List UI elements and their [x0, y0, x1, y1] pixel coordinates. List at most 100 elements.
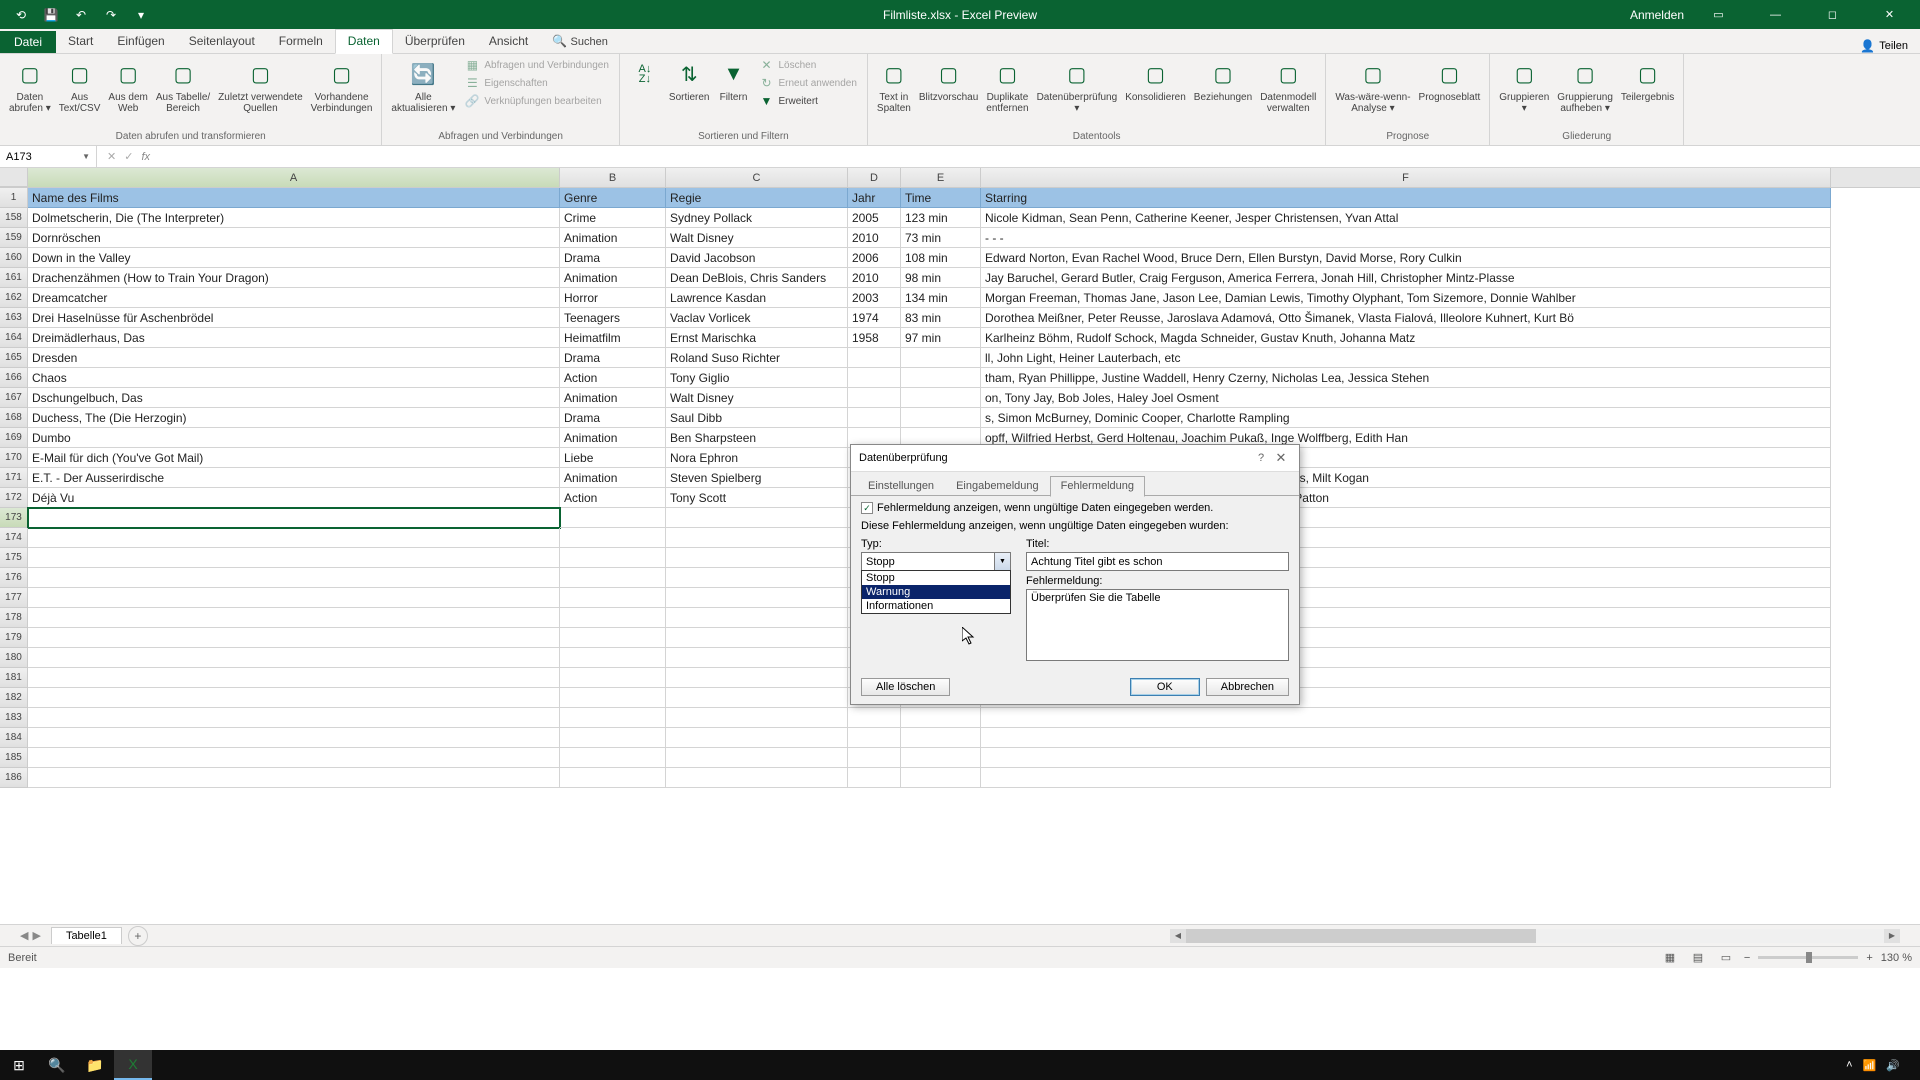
cell[interactable] — [560, 608, 666, 628]
cell[interactable]: Drei Haselnüsse für Aschenbrödel — [28, 308, 560, 328]
cell[interactable] — [848, 768, 901, 788]
cell[interactable]: Nora Ephron — [666, 448, 848, 468]
ribbon-sort-az[interactable]: A↓Z↓ — [626, 56, 664, 110]
zoom-slider[interactable] — [1758, 956, 1858, 959]
show-error-checkbox[interactable]: ✓ — [861, 502, 873, 514]
cell[interactable]: Dreamcatcher — [28, 288, 560, 308]
cell[interactable] — [901, 348, 981, 368]
cell[interactable]: Animation — [560, 388, 666, 408]
ribbon-item[interactable]: ▢Datenüberprüfung ▾ — [1034, 56, 1121, 116]
ribbon-filter[interactable]: ▼Filtern — [715, 56, 753, 110]
cell[interactable] — [28, 628, 560, 648]
ribbon-properties[interactable]: ☰Eigenschaften — [460, 74, 613, 92]
cell[interactable]: Jahr — [848, 188, 901, 208]
cell[interactable] — [666, 668, 848, 688]
col-header-E[interactable]: E — [901, 168, 981, 187]
row-header[interactable]: 176 — [0, 568, 28, 588]
cell[interactable]: Crime — [560, 208, 666, 228]
row-header[interactable]: 181 — [0, 668, 28, 688]
cell[interactable]: Dean DeBlois, Chris Sanders — [666, 268, 848, 288]
cell[interactable] — [901, 728, 981, 748]
row-header[interactable]: 162 — [0, 288, 28, 308]
type-option-warning[interactable]: Warnung — [862, 585, 1010, 599]
cell[interactable] — [666, 588, 848, 608]
ribbon-reapply[interactable]: ↻Erneut anwenden — [755, 74, 861, 92]
cell[interactable]: E-Mail für dich (You've Got Mail) — [28, 448, 560, 468]
cell[interactable]: tham, Ryan Phillippe, Justine Waddell, H… — [981, 368, 1831, 388]
cell[interactable] — [666, 628, 848, 648]
ribbon-item[interactable]: ▢Aus Tabelle/ Bereich — [153, 56, 213, 116]
cell[interactable]: Animation — [560, 468, 666, 488]
cell[interactable] — [28, 548, 560, 568]
cell[interactable]: Saul Dibb — [666, 408, 848, 428]
row-header[interactable]: 171 — [0, 468, 28, 488]
cell[interactable] — [666, 648, 848, 668]
tray-volume-icon[interactable]: 🔊 — [1886, 1059, 1900, 1072]
cell[interactable] — [666, 728, 848, 748]
name-box[interactable]: A173▼ — [0, 146, 97, 167]
view-normal-icon[interactable]: ▦ — [1660, 950, 1680, 966]
cell[interactable]: Animation — [560, 428, 666, 448]
autosave-icon[interactable]: ⟲ — [10, 4, 32, 26]
type-option-stop[interactable]: Stopp — [862, 571, 1010, 585]
tab-file[interactable]: Datei — [0, 31, 56, 53]
ribbon-item[interactable]: ▢Aus Text/CSV — [56, 56, 104, 116]
cell[interactable] — [848, 748, 901, 768]
dialog-help-icon[interactable]: ? — [1251, 452, 1271, 464]
cell[interactable]: 2010 — [848, 228, 901, 248]
cell[interactable]: Dolmetscherin, Die (The Interpreter) — [28, 208, 560, 228]
row-header[interactable]: 166 — [0, 368, 28, 388]
add-sheet-button[interactable]: + — [128, 926, 148, 946]
col-header-A[interactable]: A — [28, 168, 560, 187]
title-field[interactable] — [1026, 552, 1289, 571]
cell[interactable]: Lawrence Kasdan — [666, 288, 848, 308]
select-all-corner[interactable] — [0, 168, 28, 187]
cell[interactable] — [666, 768, 848, 788]
cell[interactable] — [560, 668, 666, 688]
cell[interactable]: ll, John Light, Heiner Lauterbach, etc — [981, 348, 1831, 368]
cell[interactable]: Roland Suso Richter — [666, 348, 848, 368]
type-option-info[interactable]: Informationen — [862, 599, 1010, 613]
cell[interactable]: Steven Spielberg — [666, 468, 848, 488]
cell[interactable] — [666, 688, 848, 708]
cell[interactable] — [28, 668, 560, 688]
dialog-tab-settings[interactable]: Einstellungen — [857, 476, 945, 496]
ribbon-item[interactable]: ▢Beziehungen — [1191, 56, 1255, 116]
taskbar-search-icon[interactable]: 🔍 — [38, 1050, 76, 1080]
cell[interactable]: 108 min — [901, 248, 981, 268]
cell[interactable] — [28, 708, 560, 728]
cell[interactable] — [848, 388, 901, 408]
cell[interactable]: Dresden — [28, 348, 560, 368]
cell[interactable] — [901, 748, 981, 768]
cell[interactable]: Ben Sharpsteen — [666, 428, 848, 448]
ribbon-item[interactable]: ▢Gruppierung aufheben ▾ — [1554, 56, 1616, 116]
row-header[interactable]: 165 — [0, 348, 28, 368]
cell[interactable] — [28, 688, 560, 708]
undo-icon[interactable]: ↶ — [70, 4, 92, 26]
ribbon-item[interactable]: ▢Zuletzt verwendete Quellen — [215, 56, 306, 116]
save-icon[interactable]: 💾 — [40, 4, 62, 26]
maximize-icon[interactable]: ◻ — [1810, 0, 1855, 29]
row-header[interactable]: 1 — [0, 188, 28, 208]
col-header-C[interactable]: C — [666, 168, 848, 187]
start-button[interactable]: ⊞ — [0, 1050, 38, 1080]
share-button[interactable]: 👤 Teilen — [1860, 39, 1908, 53]
cell[interactable] — [28, 588, 560, 608]
minimize-icon[interactable]: — — [1753, 0, 1798, 29]
dialog-tab-error[interactable]: Fehlermeldung — [1050, 476, 1145, 497]
cell[interactable]: Drama — [560, 408, 666, 428]
cell[interactable]: Chaos — [28, 368, 560, 388]
cell[interactable]: on, Tony Jay, Bob Joles, Haley Joel Osme… — [981, 388, 1831, 408]
cell[interactable] — [666, 748, 848, 768]
row-header[interactable]: 161 — [0, 268, 28, 288]
cell[interactable] — [901, 408, 981, 428]
cell[interactable] — [28, 648, 560, 668]
tab-daten[interactable]: Daten — [335, 29, 393, 54]
type-combobox[interactable]: Stopp▼ Stopp Warnung Informationen — [861, 552, 1011, 571]
cell[interactable]: Nicole Kidman, Sean Penn, Catherine Keen… — [981, 208, 1831, 228]
ribbon-item[interactable]: ▢Daten abrufen ▾ — [6, 56, 54, 116]
redo-icon[interactable]: ↷ — [100, 4, 122, 26]
zoom-in-icon[interactable]: + — [1866, 952, 1872, 964]
chevron-down-icon[interactable]: ▼ — [994, 553, 1010, 570]
cell[interactable]: Vaclav Vorlicek — [666, 308, 848, 328]
